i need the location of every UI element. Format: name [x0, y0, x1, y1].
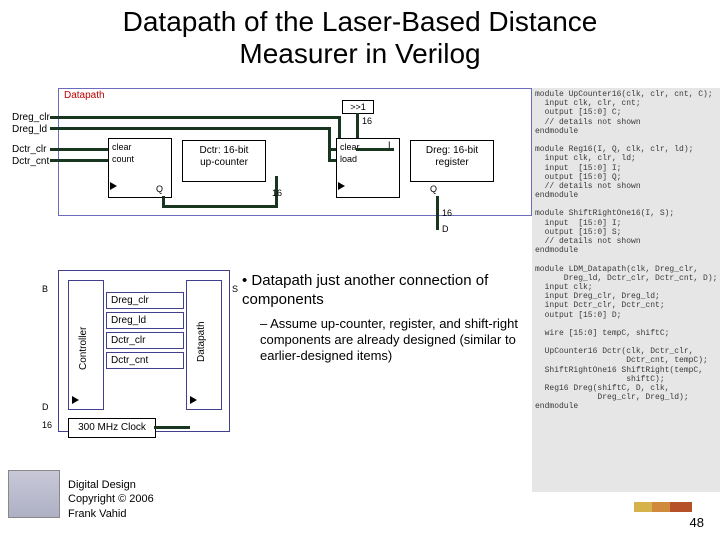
datapath-clk-tri	[190, 396, 197, 404]
w16a: 16	[272, 188, 282, 198]
dctr-name: Dctr: 16-bit up-counter	[182, 140, 266, 182]
dreg-clk-tri	[338, 182, 345, 190]
sig-dctr-clr: Dctr_clr	[12, 144, 46, 155]
title-line2: Measurer in Verilog	[239, 38, 480, 69]
row-dreg-ld: Dreg_ld	[106, 312, 184, 329]
bus-q-v	[436, 196, 439, 230]
clock-box: 300 MHz Clock	[68, 418, 156, 438]
bus-dreg-clr	[50, 116, 340, 119]
dctr-count: count	[112, 154, 134, 164]
bullet-main: Datapath just another connection of comp…	[242, 272, 488, 308]
footer-2: Copyright © 2006	[68, 493, 154, 505]
decor-bars	[634, 502, 692, 512]
slide-title: Datapath of the Laser-Based Distance Mea…	[0, 6, 720, 70]
footer: Digital Design Copyright © 2006 Frank Va…	[68, 478, 154, 521]
shift-box: >>1	[342, 100, 374, 114]
controller-clk-tri	[72, 396, 79, 404]
bus-dctrq-h	[162, 205, 278, 208]
bus-dregld-v	[328, 127, 331, 159]
dctr-clk-tri	[110, 182, 117, 190]
dreg-load: load	[340, 154, 357, 164]
title-line1: Datapath of the Laser-Based Distance	[123, 6, 598, 37]
ctrl-16: 16	[42, 420, 52, 430]
row-dctr-clr: Dctr_clr	[106, 332, 184, 349]
sig-dreg-clr: Dreg_clr	[12, 112, 50, 123]
sig-dreg-ld: Dreg_ld	[12, 124, 47, 135]
ctrl-d: D	[42, 402, 49, 412]
bus-dctr-cnt	[50, 159, 108, 162]
d-out: D	[442, 224, 449, 234]
controller-label: Controller	[78, 327, 89, 370]
w16b: 16	[442, 208, 452, 218]
verilog-code: module UpCounter16(clk, clr, cnt, C); in…	[532, 88, 720, 492]
shift-w: 16	[362, 116, 372, 126]
sig-dctr-cnt: Dctr_cnt	[12, 156, 49, 167]
bus-clock	[154, 426, 190, 429]
row-dreg-clr: Dreg_clr	[106, 292, 184, 309]
book-thumbnail	[8, 470, 60, 518]
datapath-v-label: Datapath	[196, 321, 207, 362]
ctrl-s: S	[232, 284, 238, 294]
dctr-clear: clear	[112, 142, 132, 152]
page-number: 48	[690, 515, 704, 530]
row-dctr-cnt: Dctr_cnt	[106, 352, 184, 369]
dctr-q: Q	[156, 184, 163, 194]
bus-dctr-clr	[50, 148, 108, 151]
bus-i-h	[356, 148, 394, 151]
dreg-q: Q	[430, 184, 437, 194]
bullet-block: • Datapath just another connection of co…	[242, 272, 522, 364]
footer-1: Digital Design	[68, 479, 136, 491]
bullet-sub: – Assume up-counter, register, and shift…	[260, 316, 522, 365]
bus-dreg-ld	[50, 127, 330, 130]
footer-3: Frank Vahid	[68, 508, 127, 520]
dreg-name: Dreg: 16-bit register	[410, 140, 494, 182]
ctrl-b: B	[42, 284, 48, 294]
datapath-label: Datapath	[64, 90, 105, 101]
